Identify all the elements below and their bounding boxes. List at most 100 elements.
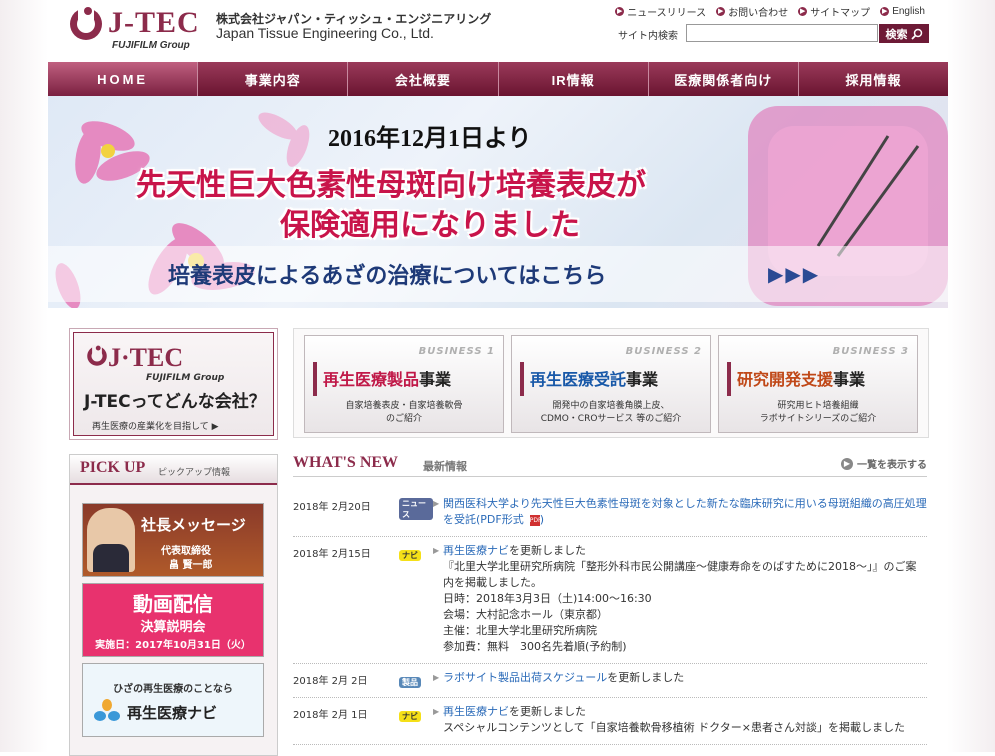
nav-home[interactable]: HOME (48, 62, 199, 96)
view-all-label: 一覧を表示する (857, 460, 927, 471)
business-section: BUSINESS 1 再生医療製品事業 自家培養表皮・自家培養軟骨 のご紹介 BU… (293, 328, 929, 438)
view-all-link[interactable]: ▶ 一覧を表示する (841, 456, 927, 471)
news-date: 2018年 2月 1日 (293, 710, 368, 721)
pickup-regen-navi[interactable]: ひざの再生医療のことなら 再生医療ナビ (82, 663, 264, 737)
business-card-1[interactable]: BUSINESS 1 再生医療製品事業 自家培養表皮・自家培養軟骨 のご紹介 (304, 335, 504, 433)
news-date: 2018年 2月15日 (293, 549, 371, 560)
business-name-highlight: 再生医療受託 (530, 370, 627, 389)
pickup-president-message[interactable]: 社長メッセージ 代表取締役 畠 賢一郎 (82, 503, 264, 577)
news-link[interactable]: 再生医療ナビ (443, 705, 509, 718)
news-link-close[interactable]: ) (540, 513, 544, 526)
toplink-label: ニュースリリース (627, 8, 707, 19)
navi-top: ひざの再生医療のことなら (113, 684, 233, 695)
business-name-highlight: 研究開発支援 (737, 370, 834, 389)
tag-label: ニュース (399, 498, 433, 520)
jtec-logo-icon (87, 345, 107, 366)
business-desc-line1: 自家培養表皮・自家培養軟骨 (345, 401, 463, 411)
nav-medical[interactable]: 医療関係者向け (648, 62, 799, 96)
pickup-title: PICK UP (80, 459, 146, 476)
news-line: 参加費：無料 300名先着順(予約制) (443, 640, 627, 653)
toplink-label: サイトマップ (810, 8, 871, 19)
pickup-subtitle: ピックアップ情報 (158, 468, 231, 478)
news-tag: ナビ (399, 543, 433, 655)
arrow-icon: ▶ (880, 7, 890, 16)
business-num: BUSINESS 3 (832, 346, 909, 357)
news-link[interactable]: ラボサイト製品出荷スケジュール (443, 671, 607, 684)
triple-arrow-icon: ▶▶▶ (768, 262, 821, 286)
left-shade (0, 0, 48, 752)
toplink-news[interactable]: ▶ ニュースリリース (615, 4, 706, 19)
about-jtec-inner: J·TEC FUJIFILM Group J-TECってどんな会社？ 再生医療の… (73, 332, 274, 436)
nav-ir[interactable]: IR情報 (498, 62, 649, 96)
video-subtitle: 決算説明会 (140, 620, 206, 635)
about-jtec-banner[interactable]: J·TEC FUJIFILM Group J-TECってどんな会社？ 再生医療の… (69, 328, 278, 440)
business-name-rest: 事業 (626, 370, 659, 389)
news-list: 2018年 2月20日 ニュース ▶ 関西医科大学より先天性巨大色素性母斑を対象… (293, 490, 927, 745)
hero-date: 2016年12月1日より (328, 126, 532, 152)
site-logo[interactable]: J-TEC FUJIFILM Group (68, 6, 208, 54)
top-links: ▶ ニュースリリース ▶ お問い合わせ ▶ サイトマップ ▶ English (615, 4, 925, 19)
news-body: 関西医科大学より先天性巨大色素性母斑を対象とした新たな臨床研究に用いる母斑組織の… (443, 496, 927, 528)
news-body: 再生医療ナビを更新しました 『北里大学北里研究所病院「整形外科市民公開講座～健康… (443, 543, 927, 655)
hero-banner[interactable]: 2016年12月1日より 先天性巨大色素性母斑向け培養表皮が 保険適用になりまし… (48, 96, 948, 308)
tag-label: ナビ (399, 550, 421, 561)
pickup-video[interactable]: 動画配信 決算説明会 実施日：2017年10月31日（火） (82, 583, 264, 657)
news-date: 2018年 2月20日 (293, 502, 371, 513)
arrow-icon: ▶ (716, 7, 726, 16)
tag-label: ナビ (399, 711, 421, 722)
news-line: 日時：2018年3月3日（土)14:00～16:30 (443, 592, 652, 605)
right-shade (947, 0, 995, 752)
news-tag: ナビ (399, 704, 433, 736)
arrow-icon: ▶ (433, 673, 440, 682)
news-line: 会場：大村記念ホール（東京都） (443, 608, 608, 621)
business-name-highlight: 再生医療製品 (323, 370, 420, 389)
message-role: 代表取締役 (161, 546, 211, 557)
nav-company[interactable]: 会社概要 (348, 62, 499, 96)
navi-title: 再生医療ナビ (127, 704, 218, 722)
news-text: を更新しました (509, 705, 586, 718)
news-link[interactable]: 関西医科大学より先天性巨大色素性母斑を対象とした新たな臨床研究に用いる母斑組織の… (443, 497, 927, 526)
hero-subtitle: 培養表皮によるあざの治療についてはこちら (168, 263, 607, 289)
search-input[interactable] (686, 24, 878, 42)
business-bar (520, 362, 524, 396)
business-name-rest: 事業 (833, 370, 866, 389)
news-body: 再生医療ナビを更新しました スペシャルコンテンツとして「自家培養軟骨移植術 ドク… (443, 704, 927, 736)
arrow-icon: ▶ (433, 707, 440, 716)
about-question: J-TECってどんな会社？ (84, 392, 266, 412)
pickup-header: PICK UP ピックアップ情報 (70, 455, 277, 485)
arrow-icon: ▶ (615, 7, 625, 16)
arrow-icon: ▶ (433, 499, 440, 508)
tag-label: 製品 (399, 677, 421, 688)
business-desc-line1: 開発中の自家培養角膜上皮、 (552, 401, 670, 411)
nav-recruit[interactable]: 採用情報 (798, 62, 949, 96)
business-card-2[interactable]: BUSINESS 2 再生医療受託事業 開発中の自家培養角膜上皮、 CDMO・CR… (511, 335, 711, 433)
business-num: BUSINESS 1 (418, 346, 495, 357)
whats-new-subtitle: 最新情報 (423, 460, 467, 473)
news-link[interactable]: 再生医療ナビ (443, 544, 509, 557)
business-desc-line2: ラボサイトシリーズのご紹介 (759, 414, 877, 424)
business-card-3[interactable]: BUSINESS 3 研究開発支援事業 研究用ヒト培養組織ラボサイトシリーズのご… (718, 335, 918, 433)
magnifier-icon (910, 28, 922, 40)
news-item: 2018年 2月 1日 ナビ ▶ 再生医療ナビを更新しました スペシャルコンテン… (293, 698, 927, 745)
video-date: 実施日：2017年10月31日（火） (95, 640, 251, 651)
news-date: 2018年 2月 2日 (293, 676, 368, 687)
company-name-en: Japan Tissue Engineering Co., Ltd. (216, 25, 434, 41)
jtec-logo-icon (70, 6, 102, 40)
news-text: を更新しました (509, 544, 586, 557)
business-bar (727, 362, 731, 396)
business-desc-line1: 研究用ヒト培養組織 (777, 401, 859, 411)
news-tag: 製品 (399, 670, 433, 689)
toplink-english[interactable]: ▶ English (880, 4, 925, 19)
logo-text: J-TEC (108, 6, 200, 39)
toplink-sitemap[interactable]: ▶ サイトマップ (798, 4, 870, 19)
search-button[interactable]: 検索 (879, 24, 929, 43)
whats-new-title: WHAT'S NEW (293, 454, 399, 471)
news-item: 2018年 2月 2日 製品 ▶ ラボサイト製品出荷スケジュールを更新しました (293, 664, 927, 698)
toplink-contact[interactable]: ▶ お問い合わせ (716, 4, 788, 19)
news-line: 主催：北里大学北里研究所病院 (443, 624, 597, 637)
hero-title-line2: 保険適用になりました (280, 208, 580, 243)
nav-business[interactable]: 事業内容 (198, 62, 349, 96)
business-bar (313, 362, 317, 396)
toplink-label: English (892, 6, 925, 17)
video-title: 動画配信 (133, 592, 213, 616)
